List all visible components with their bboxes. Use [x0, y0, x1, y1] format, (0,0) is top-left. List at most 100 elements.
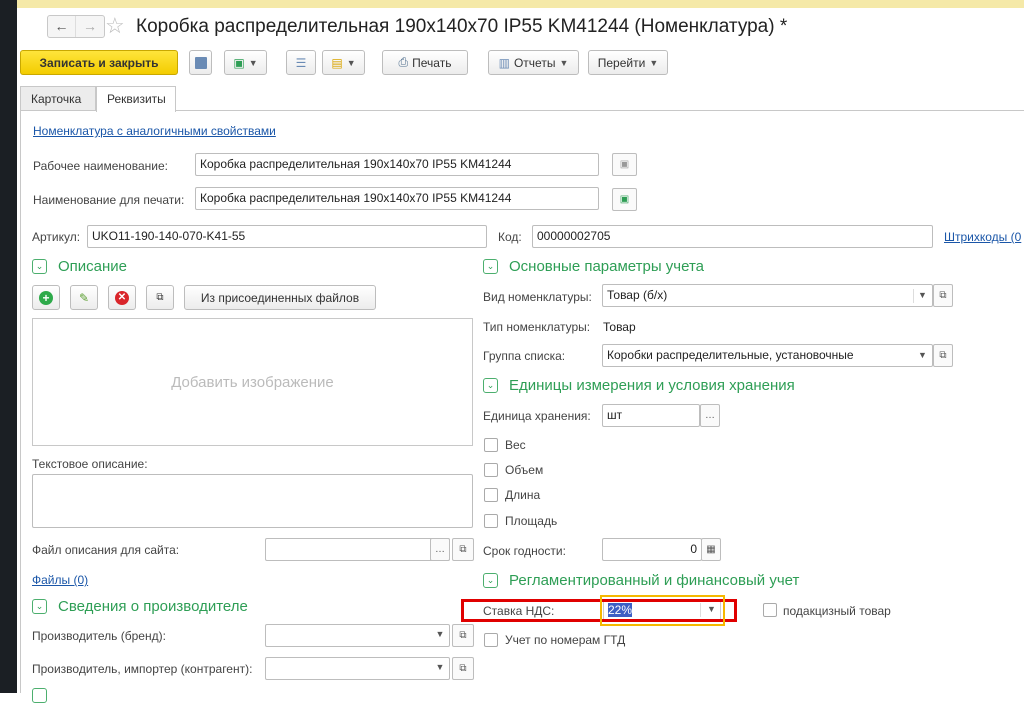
length-label: Длина — [505, 488, 541, 502]
description-section-title[interactable]: Описание — [58, 258, 127, 275]
unit-input[interactable]: шт — [602, 404, 700, 427]
goto-button[interactable]: Перейти ▼ — [588, 50, 668, 75]
edit-image-button[interactable]: ✎ — [70, 285, 98, 310]
collapse-reg-icon[interactable]: ⌄ — [483, 573, 498, 588]
collapse-description-icon[interactable]: ⌄ — [32, 259, 47, 274]
site-file-select-button[interactable]: … — [430, 538, 450, 561]
reports-label: Отчеты — [513, 55, 556, 70]
collapse-main-params-icon[interactable]: ⌄ — [483, 259, 498, 274]
main-params-section-title[interactable]: Основные параметры учета — [509, 258, 704, 275]
group-open-button[interactable]: ⧉ — [933, 344, 953, 367]
excise-checkbox[interactable] — [763, 603, 777, 617]
analog-properties-link[interactable]: Номенклатура с аналогичными свойствами — [33, 124, 276, 138]
collapse-units-icon[interactable]: ⌄ — [483, 378, 498, 393]
print-name-label: Наименование для печати: — [33, 193, 185, 207]
save-close-button[interactable]: Записать и закрыть — [20, 50, 178, 75]
chevron-down-icon: ▼ — [649, 57, 659, 68]
collapse-next-section-icon[interactable] — [32, 688, 47, 703]
type-value: Товар — [603, 320, 636, 334]
list-icon: ☰ — [295, 55, 307, 70]
barcodes-link[interactable]: Штрихкоды (0 — [944, 230, 1021, 244]
divider — [913, 289, 914, 303]
code-input[interactable]: 00000002705 — [532, 225, 933, 248]
group-select[interactable]: Коробки распределительные, установочные — [602, 344, 933, 367]
area-checkbox[interactable] — [484, 514, 498, 528]
window-title: Коробка распределительная 190x140x70 IP5… — [136, 16, 788, 37]
from-attached-files-button[interactable]: Из присоединенных файлов — [184, 285, 376, 310]
printer-icon: ⎙ — [398, 55, 409, 69]
print-button[interactable]: ⎙ Печать — [382, 50, 468, 75]
copy-icon: ▣ — [619, 159, 630, 170]
create-based-icon: ▣ — [233, 55, 245, 70]
collapse-manufacturer-icon[interactable]: ⌄ — [32, 599, 47, 614]
open-window-icon: ⧉ — [156, 292, 164, 303]
pencil-icon: ✎ — [78, 290, 90, 305]
forward-button[interactable]: → — [76, 16, 104, 37]
chevron-down-icon[interactable]: ▼ — [918, 290, 927, 300]
copy-print-name-button[interactable]: ▣ — [612, 188, 637, 211]
length-checkbox[interactable] — [484, 488, 498, 502]
delete-circle-icon: ✕ — [115, 290, 129, 305]
unit-label: Единица хранения: — [483, 409, 591, 423]
shelf-life-input[interactable]: 0 — [602, 538, 702, 561]
type-label: Тип номенклатуры: — [483, 320, 591, 334]
unit-select-button[interactable]: … — [700, 404, 720, 427]
manufacturer-section-title[interactable]: Сведения о производителе — [58, 598, 248, 615]
importer-open-button[interactable]: ⧉ — [452, 657, 474, 680]
units-section-title[interactable]: Единицы измерения и условия хранения — [509, 377, 795, 394]
back-button[interactable]: ← — [48, 16, 76, 37]
kind-select[interactable]: Товар (б/х) — [602, 284, 933, 307]
copy-icon: ▣ — [619, 194, 630, 205]
top-strip — [0, 0, 1024, 8]
tab-requisites[interactable]: Реквизиты — [96, 86, 176, 112]
chevron-down-icon: ▼ — [435, 662, 445, 672]
site-file-open-button[interactable]: ⧉ — [452, 538, 474, 561]
open-image-button[interactable]: ⧉ — [146, 285, 174, 310]
brand-input[interactable] — [265, 624, 450, 647]
gtd-label: Учет по номерам ГТД — [505, 633, 626, 647]
files-link[interactable]: Файлы (0) — [32, 573, 88, 587]
print-name-input[interactable]: Коробка распределительная 190x140x70 IP5… — [195, 187, 599, 210]
save-button[interactable] — [189, 50, 212, 75]
brand-dropdown-button[interactable]: ▼ — [430, 624, 450, 647]
plus-circle-icon: + — [39, 290, 53, 305]
chevron-down-icon[interactable]: ▼ — [918, 350, 927, 360]
reports-button[interactable]: ▥ Отчеты ▼ — [488, 50, 579, 75]
article-input[interactable]: UKO11-190-140-070-K41-55 — [87, 225, 487, 248]
calculator-button[interactable]: ▦ — [701, 538, 721, 561]
left-dark-strip — [0, 0, 17, 693]
goto-label: Перейти — [597, 55, 646, 70]
calculator-icon: ▦ — [706, 544, 716, 555]
text-description-input[interactable] — [32, 474, 473, 528]
open-window-icon: ⧉ — [459, 663, 467, 674]
chevron-down-icon: ▼ — [559, 57, 569, 68]
favorite-star-icon[interactable]: ☆ — [105, 13, 125, 39]
brand-open-button[interactable]: ⧉ — [452, 624, 474, 647]
article-label: Артикул: — [32, 230, 81, 244]
attachments-button[interactable]: ▤ ▼ — [322, 50, 365, 75]
add-image-button[interactable]: + — [32, 285, 60, 310]
image-area[interactable]: Добавить изображение — [32, 318, 473, 446]
open-window-icon: ⧉ — [939, 290, 947, 301]
importer-dropdown-button[interactable]: ▼ — [430, 657, 450, 680]
delete-image-button[interactable]: ✕ — [108, 285, 136, 310]
chevron-down-icon: ▼ — [248, 57, 258, 68]
gtd-checkbox[interactable] — [484, 633, 498, 647]
volume-checkbox[interactable] — [484, 463, 498, 477]
excise-label: подакцизный товар — [783, 604, 891, 618]
nav-buttons: ← → — [47, 15, 105, 38]
work-name-input[interactable]: Коробка распределительная 190x140x70 IP5… — [195, 153, 599, 176]
vat-orange-highlight — [600, 595, 725, 626]
weight-label: Вес — [505, 438, 526, 452]
copy-name-button[interactable]: ▣ — [612, 153, 637, 176]
reg-section-title[interactable]: Регламентированный и финансовый учет — [509, 572, 799, 589]
importer-input[interactable] — [265, 657, 450, 680]
tab-card[interactable]: Карточка — [20, 86, 96, 111]
create-based-button[interactable]: ▣ ▼ — [224, 50, 267, 75]
weight-checkbox[interactable] — [484, 438, 498, 452]
add-image-placeholder: Добавить изображение — [171, 373, 334, 391]
kind-open-button[interactable]: ⧉ — [933, 284, 953, 307]
floppy-icon — [194, 56, 207, 69]
site-file-input[interactable] — [265, 538, 450, 561]
list-button[interactable]: ☰ — [286, 50, 316, 75]
